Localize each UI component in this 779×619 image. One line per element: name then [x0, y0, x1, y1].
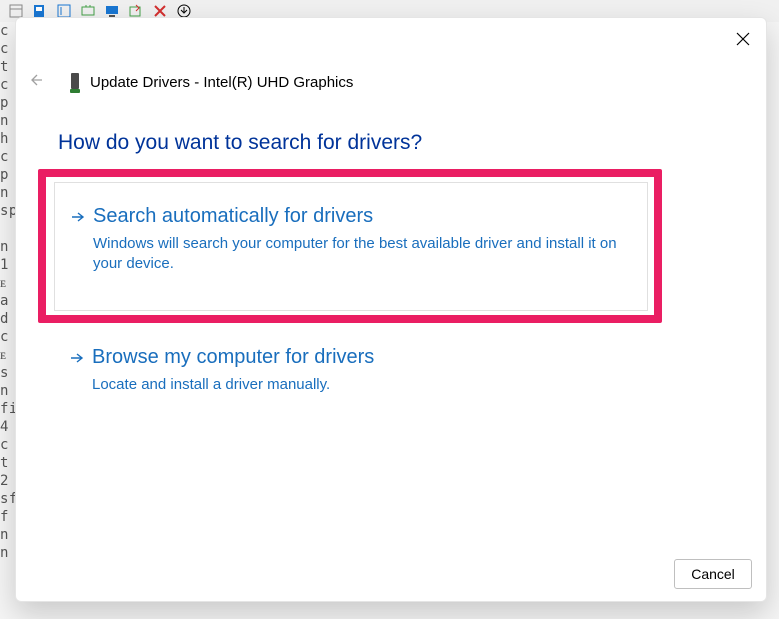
device-icon	[68, 72, 82, 94]
option-title: Search automatically for drivers	[93, 205, 629, 228]
dialog-title: Update Drivers - Intel(R) UHD Graphics	[90, 74, 353, 91]
arrow-right-icon	[69, 205, 93, 300]
arrow-right-icon	[68, 346, 92, 395]
arrow-left-icon	[30, 72, 46, 88]
cancel-button[interactable]: Cancel	[674, 559, 752, 589]
close-icon	[736, 32, 750, 46]
close-button[interactable]	[734, 30, 752, 53]
option-browse-my-computer[interactable]: Browse my computer for drivers Locate an…	[54, 332, 648, 409]
option-description: Windows will search your computer for th…	[93, 234, 629, 275]
dialog-title-wrap: Update Drivers - Intel(R) UHD Graphics	[68, 72, 353, 94]
dialog-heading: How do you want to search for drivers?	[58, 131, 422, 155]
option-title: Browse my computer for drivers	[92, 346, 630, 369]
back-button[interactable]	[26, 68, 50, 97]
option-description: Locate and install a driver manually.	[92, 375, 630, 395]
option-search-automatically[interactable]: Search automatically for drivers Windows…	[54, 182, 648, 311]
update-drivers-dialog: Update Drivers - Intel(R) UHD Graphics H…	[15, 17, 767, 602]
